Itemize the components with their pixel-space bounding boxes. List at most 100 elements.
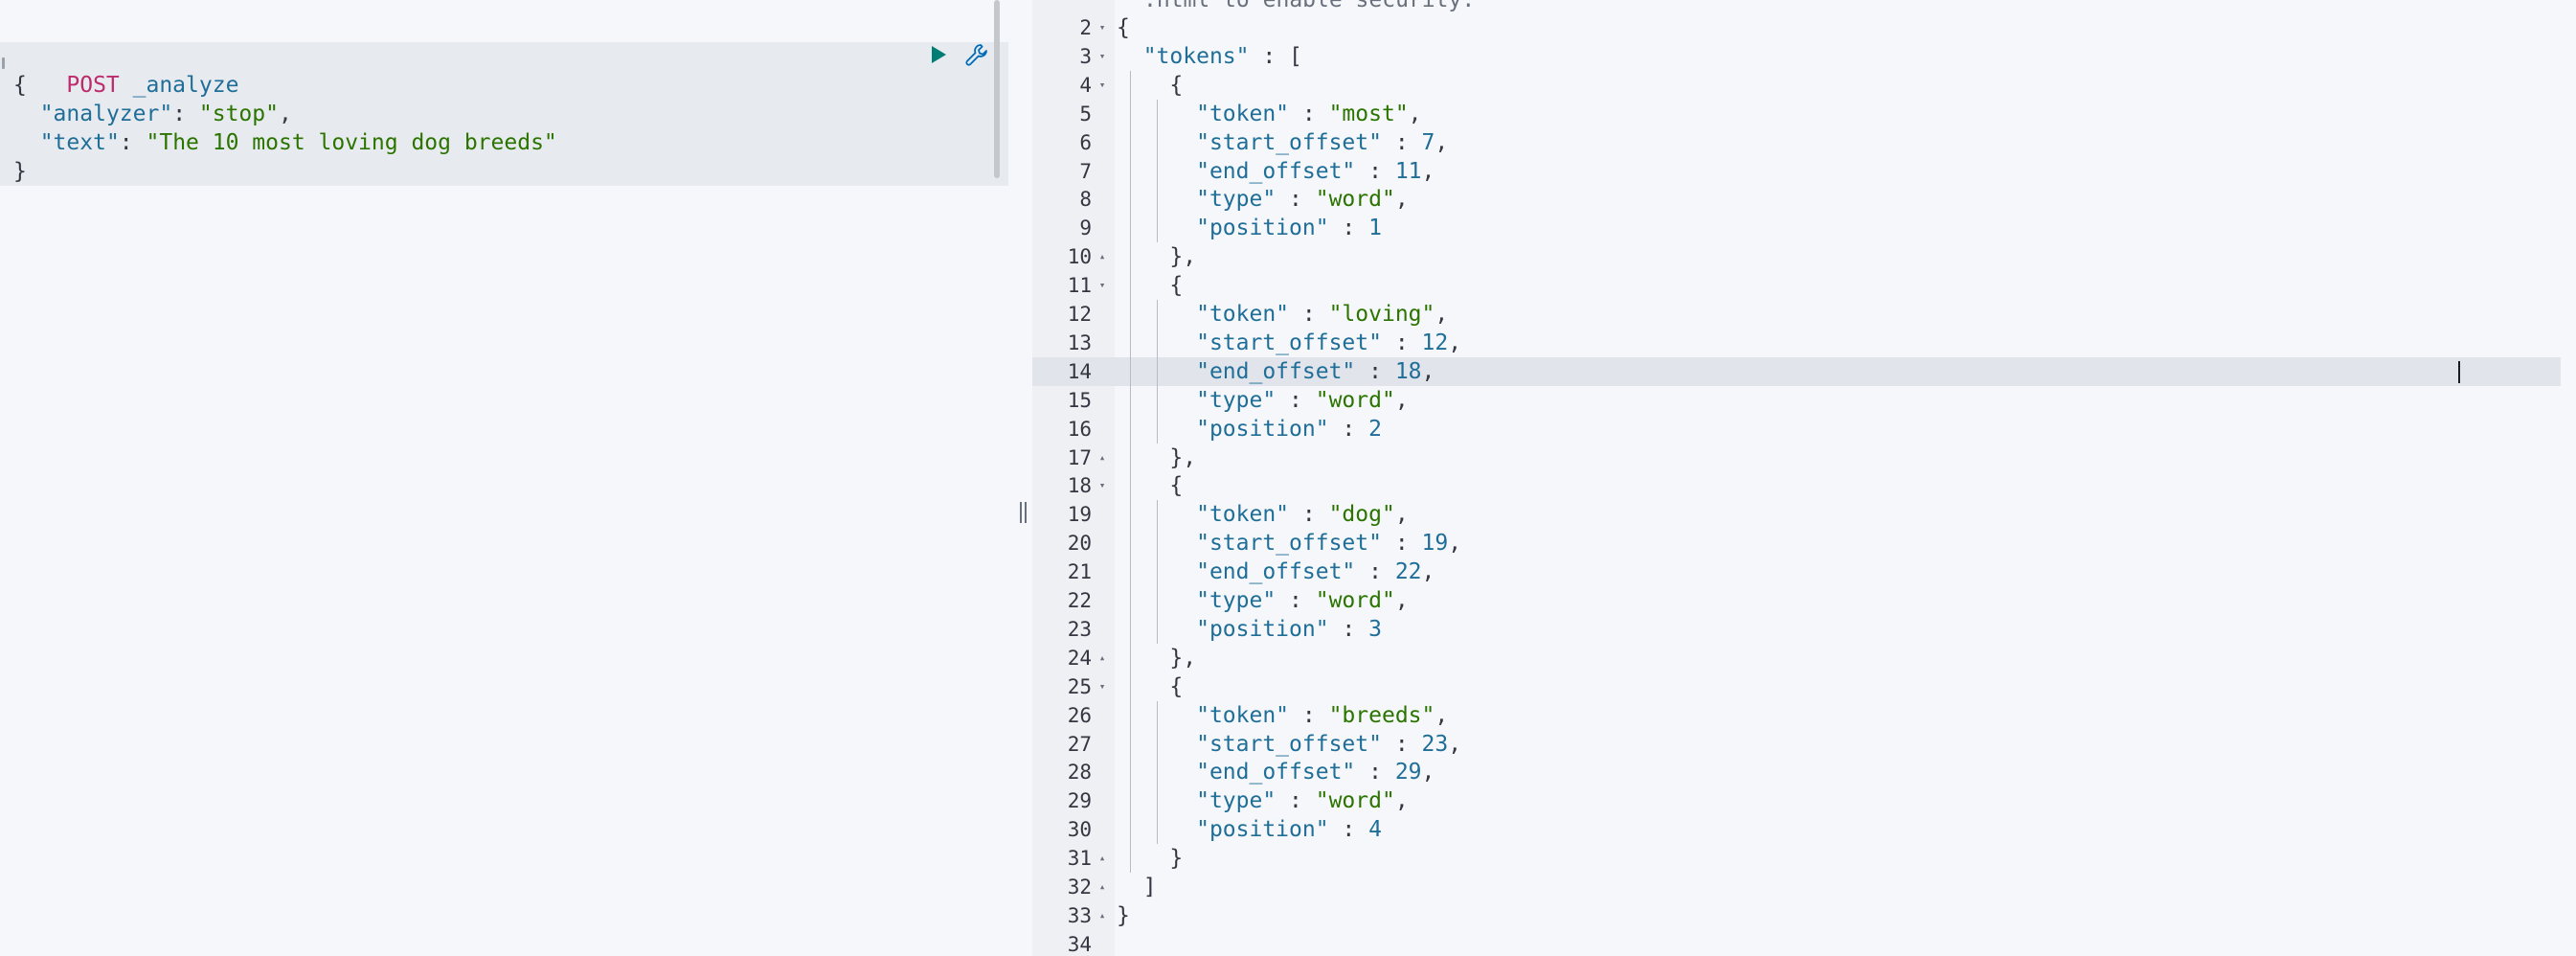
code-text[interactable]: "type" : "word", [1117,185,1409,214]
response-line[interactable]: 33 ▴} [1032,901,2561,930]
response-warning-text: .html to enable security. [1143,0,1476,12]
code-text[interactable]: "end_offset" : 18, [1117,357,1435,386]
request-body-line[interactable]: { [13,71,27,100]
response-line[interactable]: 21 "end_offset" : 22, [1032,558,2561,587]
code-text[interactable]: } [1117,844,1183,873]
code-text[interactable]: }, [1117,242,1196,271]
code-text[interactable]: "position" : 3 [1117,615,1382,644]
response-line[interactable]: 5 "token" : "most", [1032,99,2561,128]
response-line[interactable]: 12 "token" : "loving", [1032,300,2561,329]
response-line[interactable]: 6 "start_offset" : 7, [1032,127,2561,157]
fold-caret-down-icon[interactable]: ▾ [1096,271,1109,300]
response-line[interactable]: 14 "end_offset" : 18, [1032,356,2561,386]
fold-caret-down-icon[interactable]: ▾ [1096,471,1109,500]
request-settings-button[interactable] [963,41,990,68]
response-line[interactable]: 20 "start_offset" : 19, [1032,529,2561,558]
code-text[interactable]: }, [1117,644,1196,672]
code-text[interactable]: "end_offset" : 29, [1117,758,1435,786]
code-token: 18 [1394,358,1422,384]
code-text[interactable]: "token" : "loving", [1117,300,1448,329]
code-text[interactable]: "position" : 1 [1117,214,1382,242]
run-request-button[interactable] [925,41,952,68]
response-line[interactable]: 7 "end_offset" : 11, [1032,156,2561,186]
code-token: "text" [39,130,120,155]
code-text[interactable]: { [1117,71,1183,100]
fold-caret-up-icon[interactable]: ▴ [1096,644,1109,672]
response-line[interactable]: 34 [1032,930,2561,956]
code-text[interactable]: "start_offset" : 23, [1117,730,1461,759]
response-line[interactable]: 22 "type" : "word", [1032,586,2561,615]
request-body-line[interactable]: "text": "The 10 most loving dog breeds" [13,128,557,157]
line-number: 23 [1067,617,1092,641]
code-text[interactable]: } [1117,901,1130,930]
response-line[interactable]: 19 "token" : "dog", [1032,500,2561,530]
response-line[interactable]: 29 "type" : "word", [1032,786,2561,816]
pane-resize-handle[interactable] [1013,0,1032,956]
line-number: 15 [1067,388,1092,412]
code-text[interactable]: { [1117,471,1183,500]
code-text[interactable]: "start_offset" : 7, [1117,128,1448,157]
code-text[interactable]: "token" : "breeds", [1117,701,1448,730]
code-text[interactable]: "position" : 4 [1117,815,1382,844]
code-text[interactable]: "start_offset" : 19, [1117,529,1461,558]
response-line[interactable]: 18 ▾ { [1032,471,2561,501]
fold-caret-down-icon[interactable]: ▾ [1096,42,1109,71]
response-line[interactable]: 25 ▾ { [1032,671,2561,701]
response-line[interactable]: 23 "position" : 3 [1032,614,2561,644]
code-text[interactable]: "end_offset" : 11, [1117,157,1435,186]
code-text[interactable]: "end_offset" : 22, [1117,558,1435,586]
code-text[interactable]: { [1117,271,1183,300]
fold-caret-down-icon[interactable]: ▾ [1096,71,1109,100]
code-token: : [1289,702,1329,728]
response-viewer[interactable]: .html to enable security. 2 ▾{3 ▾ "tokens"… [1032,0,2576,956]
code-text[interactable]: "type" : "word", [1117,386,1409,415]
response-line[interactable]: 11 ▾ { [1032,271,2561,301]
response-line[interactable]: 13 "start_offset" : 12, [1032,328,2561,357]
response-line[interactable]: 26 "token" : "breeds", [1032,700,2561,730]
response-line[interactable]: 10 ▴ }, [1032,242,2561,272]
response-line[interactable]: 30 "position" : 4 [1032,815,2561,845]
code-text[interactable]: ] [1117,873,1157,901]
request-line[interactable]: POST _analyze [13,42,238,98]
code-text[interactable]: "token" : "dog", [1117,500,1409,529]
request-editor[interactable]: POST _analyze { "analyzer": "stop", "tex… [0,0,1013,956]
response-line[interactable]: 28 "end_offset" : 29, [1032,758,2561,787]
request-body-line[interactable]: } [13,157,27,186]
request-body-line[interactable]: "analyzer": "stop", [13,100,292,128]
code-token: "tokens" [1142,43,1250,69]
fold-caret-down-icon[interactable]: ▾ [1096,672,1109,701]
fold-marker[interactable] [2,57,5,69]
response-line[interactable]: 8 "type" : "word", [1032,185,2561,215]
code-text[interactable]: "token" : "most", [1117,100,1421,128]
request-scrollbar[interactable] [994,0,1000,178]
fold-caret-up-icon[interactable]: ▴ [1096,242,1109,271]
line-number: 11 [1067,274,1092,298]
response-line[interactable]: 3 ▾ "tokens" : [ [1032,42,2561,71]
fold-caret-up-icon[interactable]: ▴ [1096,844,1109,873]
code-text[interactable]: "start_offset" : 12, [1117,329,1461,357]
code-text[interactable]: "type" : "word", [1117,786,1409,815]
code-text[interactable]: }, [1117,444,1196,472]
code-text[interactable]: { [1117,672,1183,701]
response-line[interactable]: 16 "position" : 2 [1032,414,2561,444]
response-line[interactable]: 9 "position" : 1 [1032,214,2561,243]
resize-grip-icon [1020,502,1027,523]
response-line[interactable]: 15 "type" : "word", [1032,385,2561,415]
fold-caret-down-icon[interactable]: ▾ [1096,13,1109,42]
fold-caret-up-icon[interactable]: ▴ [1096,873,1109,901]
code-text[interactable]: "type" : "word", [1117,586,1409,615]
response-line[interactable]: 32 ▴ ] [1032,873,2561,901]
response-line[interactable]: 27 "start_offset" : 23, [1032,729,2561,759]
code-text[interactable]: { [1117,13,1130,42]
fold-caret-up-icon[interactable]: ▴ [1096,444,1109,472]
response-line[interactable]: 2 ▾ { [1032,13,2561,42]
response-line[interactable]: 24 ▴ }, [1032,643,2561,672]
response-line[interactable]: 17 ▴ }, [1032,443,2561,472]
fold-caret-up-icon[interactable]: ▴ [1096,901,1109,930]
code-text[interactable]: "position" : 2 [1117,415,1382,444]
code-text[interactable]: "tokens" : [ [1117,42,1302,71]
response-line[interactable]: 4 ▾ { [1032,70,2561,100]
response-line[interactable]: 31 ▴ } [1032,844,2561,874]
